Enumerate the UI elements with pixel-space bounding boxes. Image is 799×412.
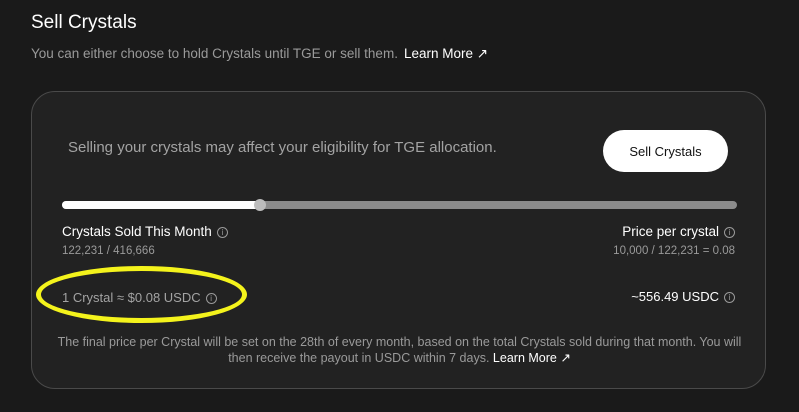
crystals-sold-label: Crystals Sold This Month i: [62, 224, 228, 239]
info-icon[interactable]: i: [724, 292, 735, 303]
payout-note-text: The final price per Crystal will be set …: [57, 335, 742, 365]
info-icon[interactable]: i: [216, 227, 228, 238]
page-title: Sell Crystals: [31, 12, 137, 33]
crystal-rate-text: 1 Crystal ≈ $0.08 USDC: [62, 290, 201, 305]
crystals-sold-value: 122,231 / 416,666: [62, 245, 155, 257]
crystals-sold-label-text: Crystals Sold This Month: [62, 224, 212, 239]
progress-fill: [62, 201, 260, 209]
info-icon[interactable]: i: [724, 227, 735, 238]
sell-crystals-page: Sell Crystals You can either choose to h…: [0, 0, 799, 412]
info-icon[interactable]: i: [205, 293, 217, 304]
sell-crystals-card: Selling your crystals may affect your el…: [31, 91, 766, 389]
crystals-sold-progress: [62, 199, 737, 211]
page-subtitle: You can either choose to hold Crystals u…: [31, 46, 488, 62]
subtitle-text: You can either choose to hold Crystals u…: [31, 46, 398, 61]
note-learn-more-link[interactable]: Learn More ↗: [493, 351, 571, 365]
payout-note: The final price per Crystal will be set …: [52, 334, 747, 366]
price-per-crystal-label: Price per crystal i: [622, 224, 735, 239]
progress-thumb: [253, 199, 266, 211]
usdc-total: ~556.49 USDC i: [631, 289, 735, 304]
usdc-total-text: ~556.49 USDC: [631, 289, 719, 304]
price-per-crystal-value: 10,000 / 122,231 = 0.08: [613, 245, 735, 257]
learn-more-link[interactable]: Learn More ↗: [404, 46, 488, 61]
sell-crystals-button[interactable]: Sell Crystals: [603, 130, 728, 172]
eligibility-warning: Selling your crystals may affect your el…: [68, 139, 497, 156]
crystal-rate: 1 Crystal ≈ $0.08 USDC i: [62, 290, 217, 305]
price-per-crystal-label-text: Price per crystal: [622, 224, 719, 239]
